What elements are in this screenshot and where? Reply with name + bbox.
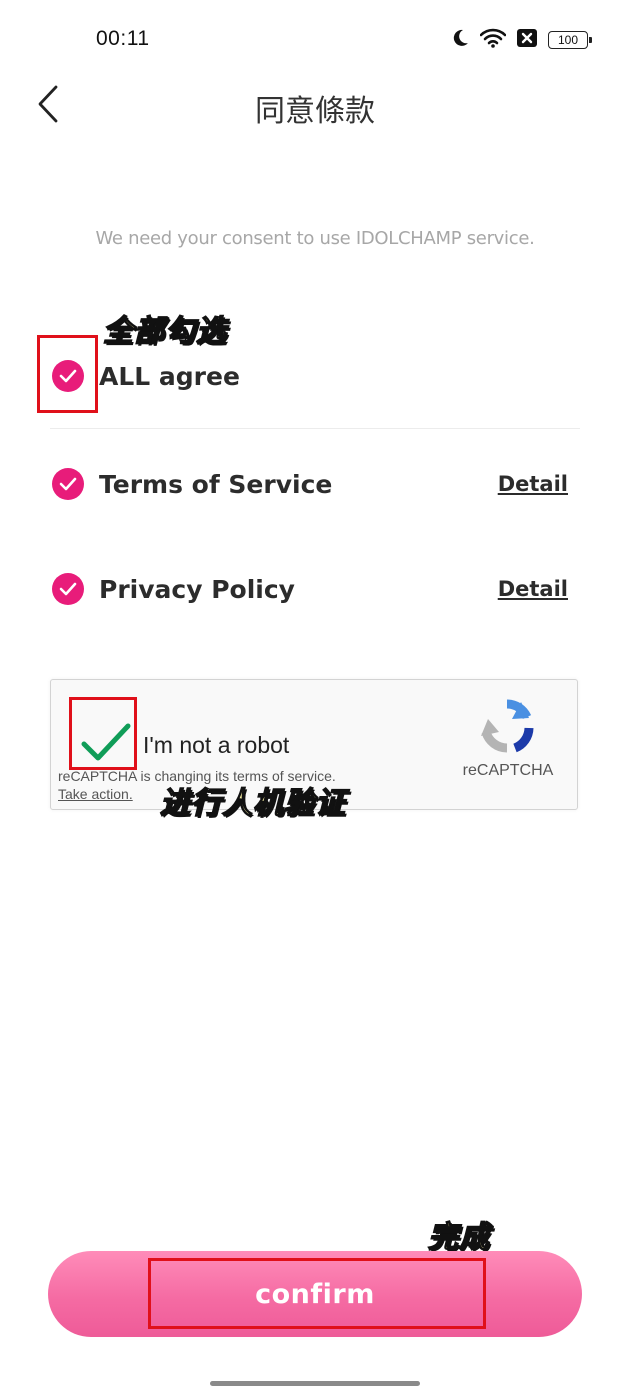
consent-row-privacy[interactable]: Privacy Policy Detail bbox=[52, 573, 568, 605]
status-time: 00:11 bbox=[96, 27, 150, 50]
all-agree-label: ALL agree bbox=[99, 361, 240, 391]
battery-icon: 100 bbox=[548, 31, 592, 49]
header: 同意條款 bbox=[0, 76, 630, 136]
annotation-box-recaptcha bbox=[69, 697, 137, 770]
terms-detail-link[interactable]: Detail bbox=[498, 472, 568, 496]
sim-blocked-icon bbox=[516, 28, 538, 52]
checkmark-icon bbox=[59, 369, 77, 383]
all-agree-checkbox[interactable] bbox=[52, 360, 84, 392]
page-title: 同意條款 bbox=[255, 94, 375, 129]
consent-row-all-agree[interactable]: ALL agree bbox=[52, 360, 568, 392]
terms-checkbox[interactable] bbox=[52, 468, 84, 500]
consent-screen: 00:11 100 同意條款 We need your consent to u… bbox=[0, 0, 630, 1400]
moon-icon bbox=[450, 28, 470, 52]
annotation-done: 完成 bbox=[427, 1219, 490, 1255]
recaptcha-brand: reCAPTCHA bbox=[462, 762, 554, 779]
terms-label: Terms of Service bbox=[99, 469, 333, 499]
recaptcha-take-action-link[interactable]: Take action. bbox=[58, 786, 133, 802]
checkmark-icon bbox=[59, 477, 77, 491]
recaptcha-label: I'm not a robot bbox=[143, 732, 290, 758]
privacy-label: Privacy Policy bbox=[99, 574, 295, 604]
annotation-select-all: 全部勾选 bbox=[102, 313, 227, 349]
checkmark-icon bbox=[59, 582, 77, 596]
consent-row-terms[interactable]: Terms of Service Detail bbox=[52, 468, 568, 500]
wifi-icon bbox=[479, 28, 507, 52]
consent-description: We need your consent to use IDOLCHAMP se… bbox=[95, 228, 535, 249]
home-indicator[interactable] bbox=[210, 1381, 420, 1386]
privacy-detail-link[interactable]: Detail bbox=[498, 577, 568, 601]
privacy-checkbox[interactable] bbox=[52, 573, 84, 605]
status-icons: 100 bbox=[450, 28, 592, 52]
status-bar: 00:11 100 bbox=[0, 0, 630, 80]
recaptcha-logo-icon bbox=[477, 696, 537, 756]
annotation-box-confirm bbox=[148, 1258, 486, 1329]
divider bbox=[50, 428, 580, 429]
annotation-verify: 进行人机验证 bbox=[159, 785, 346, 821]
